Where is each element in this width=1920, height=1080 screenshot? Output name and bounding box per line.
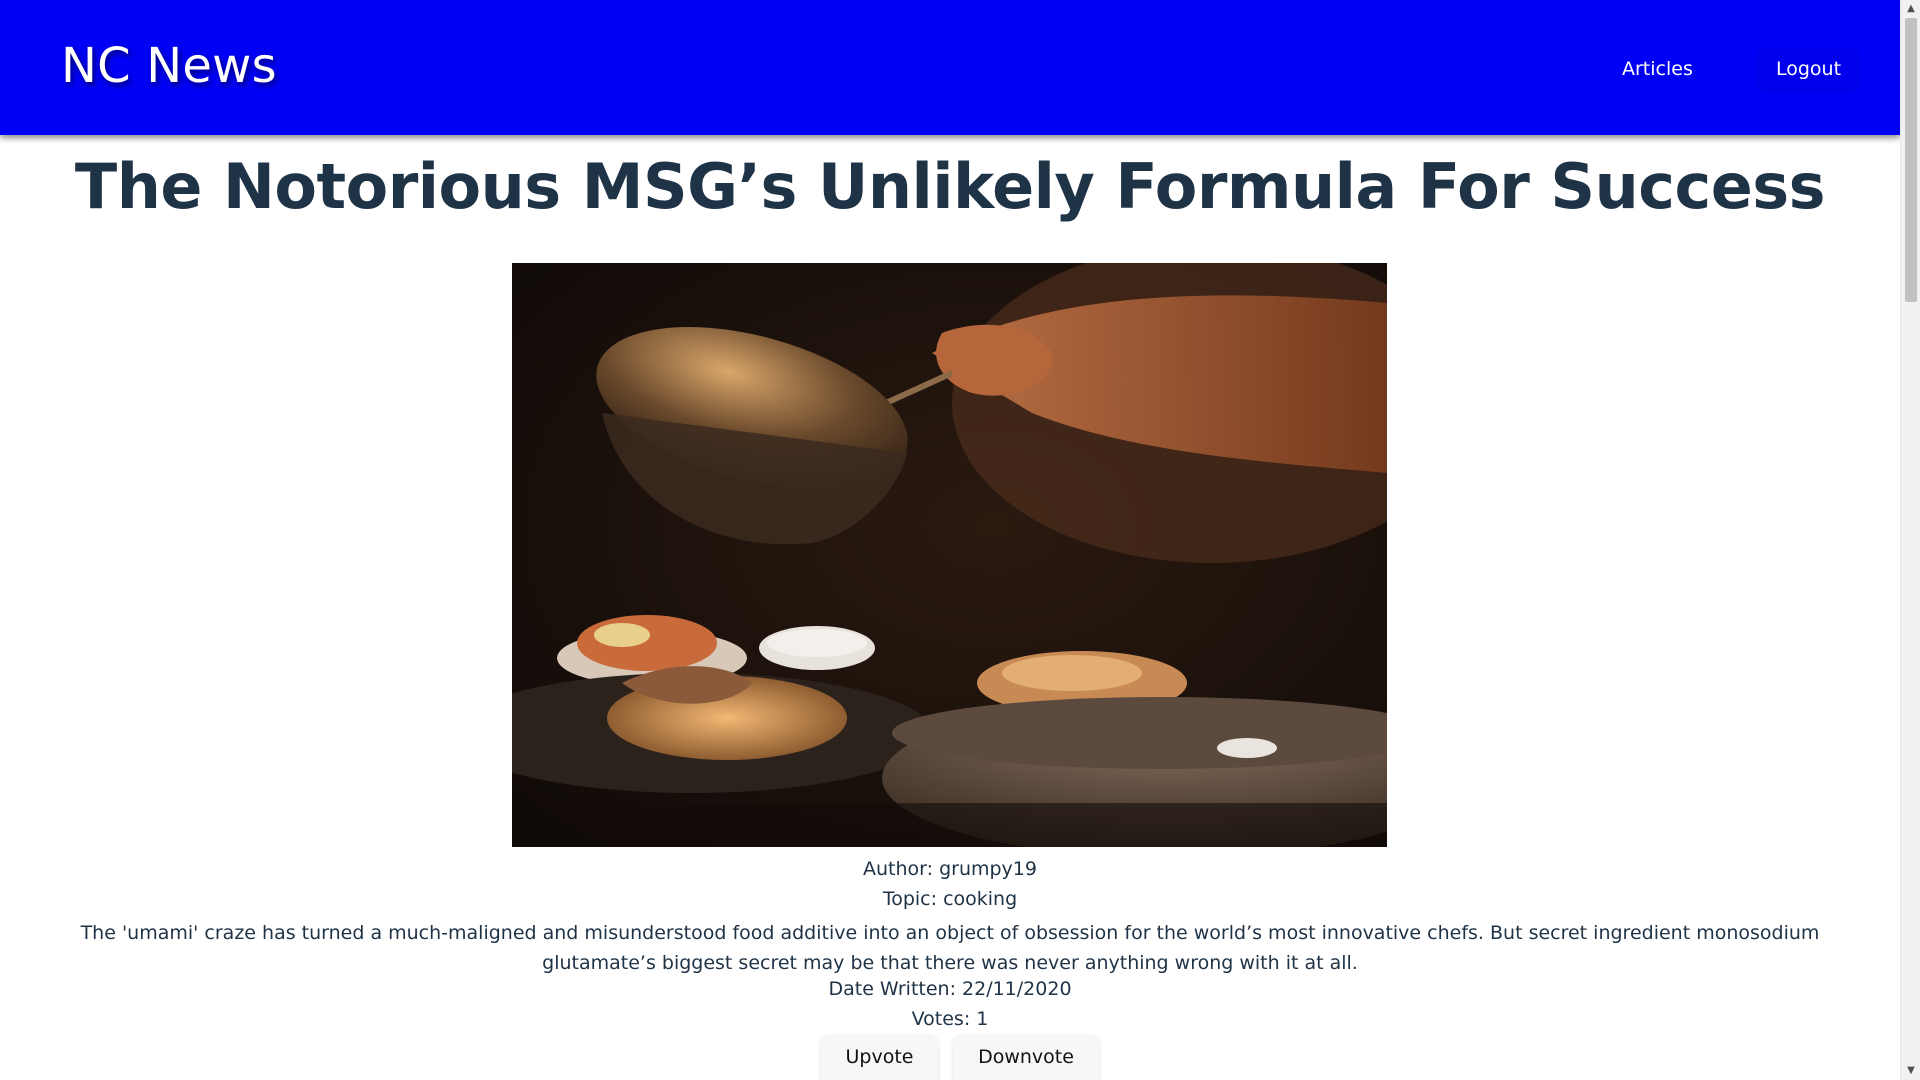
article-votes: Votes: 1 — [911, 1008, 989, 1030]
article-body: The 'umami' craze has turned a much-mali… — [80, 922, 1820, 974]
page: NC News Articles Logout The Notorious MS… — [0, 0, 1900, 1080]
navbar: NC News Articles Logout — [0, 0, 1900, 135]
scroll-down-icon[interactable]: ▼ — [1901, 1062, 1920, 1080]
downvote-button[interactable]: Downvote — [953, 1034, 1099, 1080]
article-title: The Notorious MSG’s Unlikely Formula For… — [74, 150, 1826, 223]
brand-logo[interactable]: NC News — [61, 38, 277, 94]
upvote-button[interactable]: Upvote — [821, 1034, 938, 1080]
article-author: Author: grumpy19 — [863, 858, 1037, 880]
nav-articles-link[interactable]: Articles — [1604, 48, 1711, 90]
scroll-up-icon[interactable]: ▲ — [1901, 0, 1920, 18]
page-scrollbar[interactable]: ▲ ▼ — [1900, 0, 1920, 1080]
article-date: Date Written: 22/11/2020 — [828, 978, 1072, 1000]
scrollbar-thumb[interactable] — [1905, 18, 1917, 302]
article-image — [512, 263, 1387, 847]
nav-logout-button[interactable]: Logout — [1758, 48, 1860, 90]
article-topic: Topic: cooking — [882, 888, 1018, 910]
